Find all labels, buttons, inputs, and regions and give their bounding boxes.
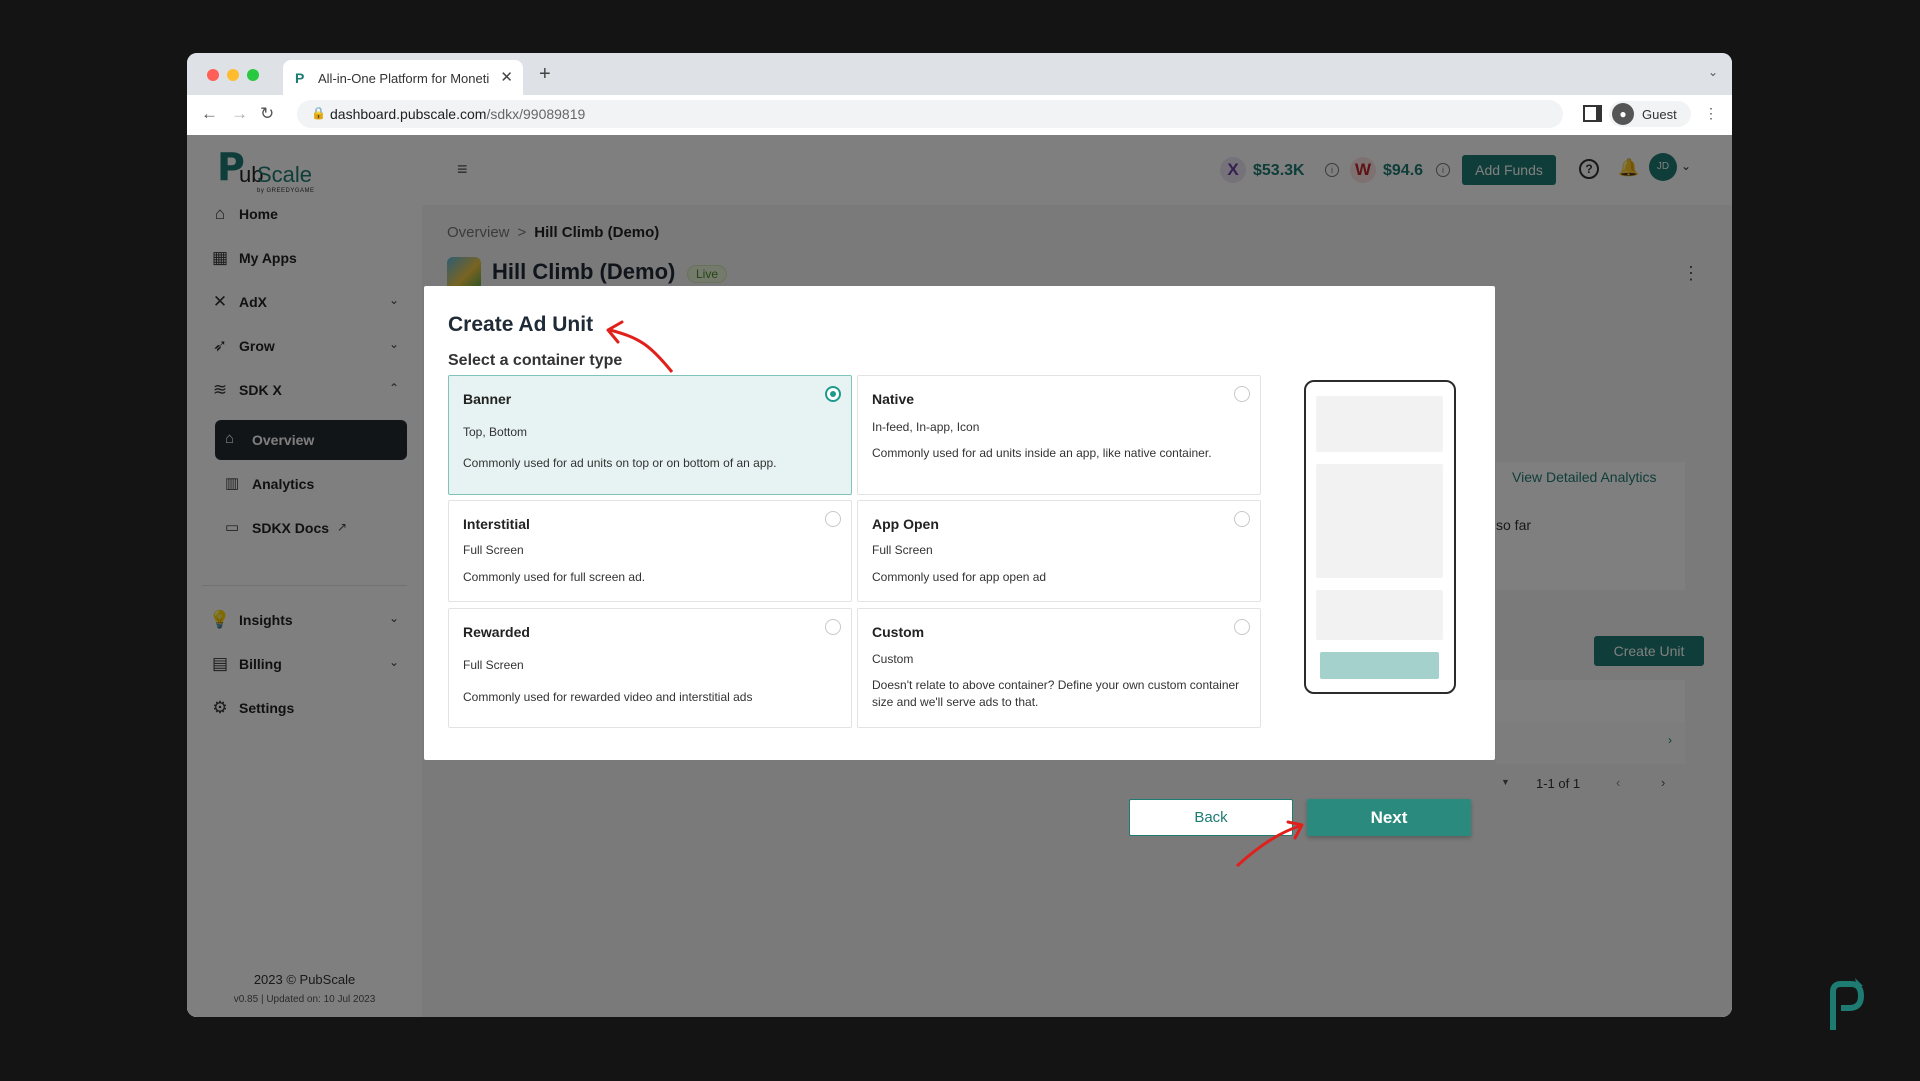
annotation-arrow-next <box>1235 824 1301 868</box>
annotation-arrows <box>606 320 1304 868</box>
pubscale-watermark-icon <box>1830 978 1865 1030</box>
annotation-arrow-title <box>609 328 674 373</box>
